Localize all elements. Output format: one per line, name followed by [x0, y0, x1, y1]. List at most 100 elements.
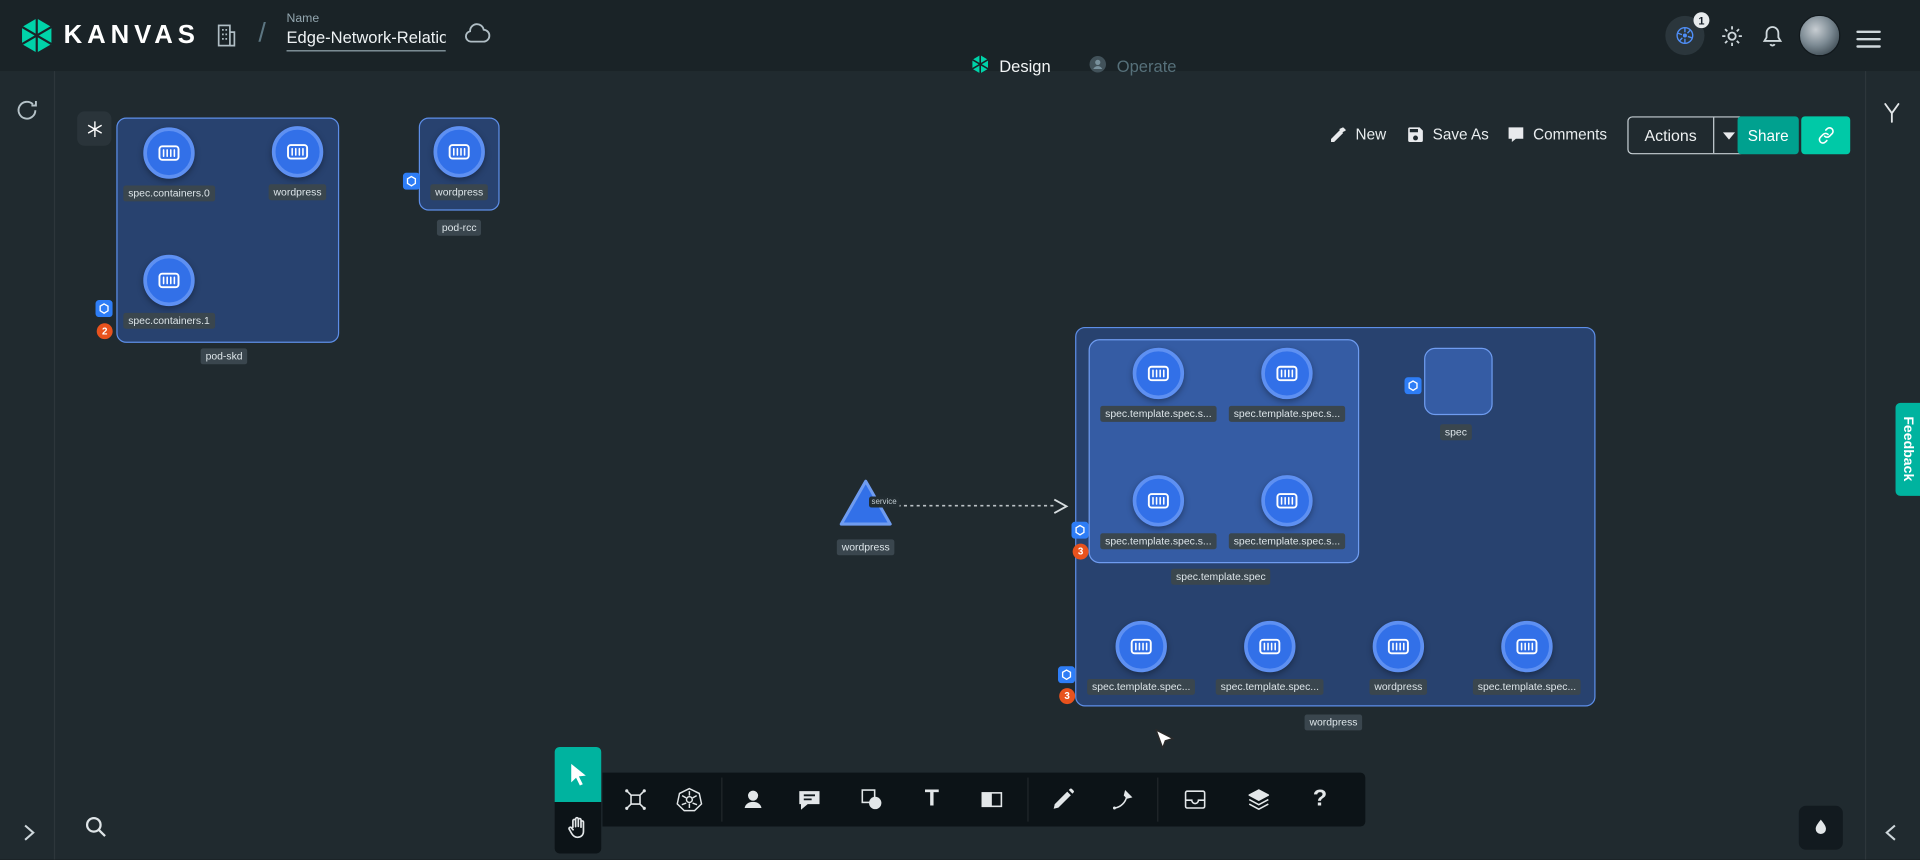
layers-icon: [1245, 786, 1272, 813]
node-label: wordpress: [837, 539, 895, 555]
actions-button[interactable]: Actions: [1627, 116, 1744, 154]
kubernetes-tool[interactable]: [665, 775, 714, 824]
comment-tool[interactable]: [785, 775, 834, 824]
node-spec-template-spec-s---[interactable]: [1133, 475, 1184, 526]
node-wordpress[interactable]: [433, 126, 484, 177]
text-tool[interactable]: T: [907, 775, 956, 824]
node-wordpress[interactable]: [1373, 621, 1424, 672]
kanvas-logo[interactable]: [17, 16, 56, 61]
menu-icon[interactable]: [1856, 26, 1880, 53]
collapse-chevron-icon[interactable]: [1878, 819, 1905, 846]
node-label: spec.template.spec.s...: [1100, 533, 1216, 549]
group-spec[interactable]: [1424, 348, 1493, 415]
zoom-icon[interactable]: [81, 812, 110, 841]
node-label: spec.template.spec...: [1216, 679, 1324, 695]
pen-tool[interactable]: [1098, 775, 1147, 824]
breadcrumb-separator: /: [258, 17, 266, 49]
node-label: spec.template.spec.s...: [1229, 533, 1345, 549]
expand-chevron-icon[interactable]: [15, 819, 42, 846]
pod-badge-icon: [1071, 522, 1088, 539]
node-label: spec.template.spec...: [1087, 679, 1195, 695]
node-spec-template-spec---[interactable]: [1244, 621, 1295, 672]
components-tool[interactable]: [611, 775, 660, 824]
pencil-tool-icon: [1049, 786, 1076, 813]
node-spec-template-spec-s---[interactable]: [1261, 475, 1312, 526]
new-button[interactable]: New: [1329, 125, 1387, 145]
notifications-bell-icon[interactable]: [1760, 23, 1786, 55]
actions-label: Actions: [1629, 118, 1713, 154]
pod-badge-icon: [1405, 377, 1422, 394]
node-label: spec.template.spec...: [1473, 679, 1581, 695]
feedback-tab[interactable]: Feedback: [1896, 403, 1920, 496]
node-spec-containers-1[interactable]: [143, 255, 194, 306]
group-label: spec: [1440, 424, 1472, 440]
organization-icon[interactable]: [213, 21, 240, 57]
node-label: wordpress: [430, 184, 488, 200]
share-link-button[interactable]: [1801, 116, 1850, 154]
help-tool[interactable]: ?: [1296, 775, 1345, 824]
shapes-tool[interactable]: [729, 775, 778, 824]
operate-tab-icon: [1087, 54, 1108, 78]
kanvas-app: KANVAS / Name Edge-Network-Relatio Desig…: [0, 0, 1920, 860]
group-label: pod-rcc: [437, 220, 482, 236]
kubernetes-context-button[interactable]: 1: [1665, 16, 1704, 55]
shapes-icon: [740, 786, 767, 813]
group-spec-template-spec[interactable]: [1089, 339, 1360, 563]
node-spec-template-spec-s---[interactable]: [1261, 348, 1312, 399]
mouse-cursor: [1152, 727, 1176, 751]
design-tab-icon: [970, 54, 991, 78]
snowflake-icon[interactable]: [77, 111, 111, 145]
frame-tool-icon: [978, 786, 1005, 813]
node-spec-template-spec-s---[interactable]: [1133, 348, 1184, 399]
design-name-field: Name Edge-Network-Relatio: [287, 12, 446, 51]
comments-label: Comments: [1533, 126, 1607, 143]
save-as-label: Save As: [1433, 126, 1489, 143]
edge-label: service: [869, 497, 899, 508]
node-spec-containers-0[interactable]: [143, 127, 194, 178]
design-name-input[interactable]: Edge-Network-Relatio: [287, 28, 446, 51]
logo-text: KANVAS: [64, 21, 200, 50]
pod-badge-icon: [403, 173, 420, 190]
pod-badge-icon: [1058, 666, 1075, 683]
save-as-button[interactable]: Save As: [1406, 125, 1489, 145]
sticker-icon: [858, 786, 885, 813]
user-avatar[interactable]: [1799, 15, 1841, 57]
refresh-icon[interactable]: [13, 97, 40, 124]
comments-button[interactable]: Comments: [1506, 125, 1607, 145]
frame-tool[interactable]: [967, 775, 1016, 824]
layers-tool[interactable]: [1234, 775, 1283, 824]
drawer-tool[interactable]: [1171, 775, 1220, 824]
tab-design[interactable]: Design: [970, 54, 1051, 78]
settings-gear-icon[interactable]: [1719, 23, 1745, 55]
help-icon: ?: [1313, 786, 1327, 813]
node-label: wordpress: [269, 184, 327, 200]
node-label: spec.containers.0: [123, 186, 214, 202]
group-label: wordpress: [1305, 714, 1363, 730]
drawer-icon: [1182, 786, 1209, 813]
context-count-badge: 1: [1693, 12, 1709, 28]
group-label: spec.template.spec: [1171, 569, 1270, 585]
node-spec-template-spec---[interactable]: [1501, 621, 1552, 672]
pan-tool[interactable]: [555, 802, 602, 853]
pencil-tool[interactable]: [1038, 775, 1087, 824]
ink-drop-icon[interactable]: [1799, 806, 1843, 850]
components-icon: [622, 786, 649, 813]
pod-badge-icon: [96, 300, 113, 317]
tab-operate[interactable]: Operate: [1087, 54, 1176, 78]
count-badge: 2: [97, 323, 113, 339]
share-button[interactable]: Share: [1738, 116, 1799, 154]
pen-tool-icon: [1109, 786, 1136, 813]
node-spec-template-spec---[interactable]: [1116, 621, 1167, 672]
pan-tool-icon: [564, 814, 591, 841]
node-label: spec.containers.1: [123, 313, 214, 329]
sticker-tool[interactable]: [847, 775, 896, 824]
select-tool-icon: [564, 761, 591, 788]
name-field-label: Name: [287, 12, 446, 25]
tool-dock: T ?: [602, 773, 1365, 827]
new-label: New: [1356, 126, 1387, 143]
select-tool[interactable]: [555, 747, 602, 802]
count-badge: 3: [1059, 688, 1075, 704]
hierarchy-icon[interactable]: [1878, 99, 1905, 126]
node-label: spec.template.spec.s...: [1229, 406, 1345, 422]
node-wordpress[interactable]: [272, 126, 323, 177]
